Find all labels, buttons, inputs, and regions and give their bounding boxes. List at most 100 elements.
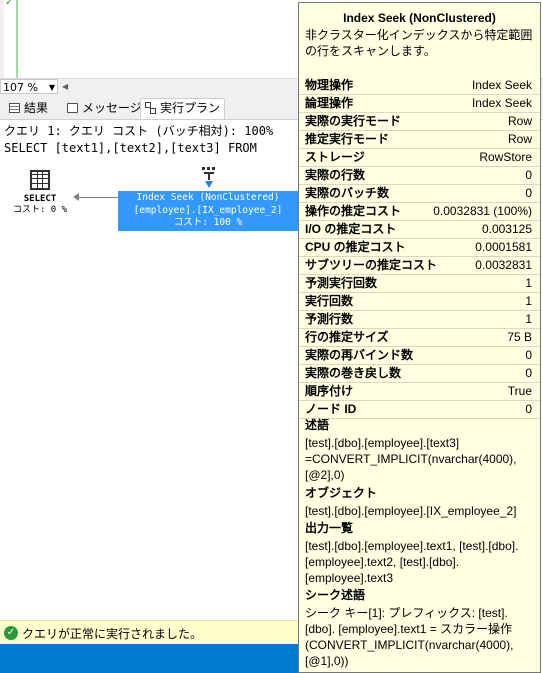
property-label: 論理操作 (305, 96, 354, 110)
index-seek-operator[interactable]: Index Seek (NonClustered) [employee].[IX… (118, 191, 298, 231)
change-margin (16, 0, 18, 78)
tooltip-object-section: オブジェクト [test].[dbo].[employee].[IX_emplo… (305, 485, 537, 519)
property-label: 順序付け (305, 384, 354, 398)
property-label: 実際の巻き戻し数 (305, 366, 402, 380)
select-operator[interactable]: SELECT コスト: 0 % (5, 168, 75, 216)
object-heading: オブジェクト (305, 486, 378, 500)
property-value: 0 (525, 366, 532, 380)
property-value: 0 (525, 186, 532, 200)
property-value: True (507, 384, 532, 398)
tooltip-output-section: 出力一覧 [test].[dbo].[employee].text1, [tes… (305, 520, 537, 586)
query-cost-header: クエリ 1: クエリ コスト (バッチ相対): 100% (4, 124, 274, 138)
tooltip-predicate-section: 述語 [test].[dbo].[employee].[text3] =CONV… (305, 417, 537, 483)
grid-icon (9, 103, 20, 113)
output-heading: 出力一覧 (305, 521, 354, 535)
tooltip-property-row: 物理操作 Index Seek (299, 77, 540, 95)
message-icon (67, 103, 78, 113)
property-value: 75 B (507, 330, 532, 344)
tooltip-property-row: I/O の推定コスト 0.003125 (299, 221, 540, 239)
query-status-bar: ✓ クエリが正常に実行されました。 (0, 620, 298, 645)
seek-predicate-heading: シーク述語 (305, 588, 366, 602)
property-label: サブツリーの推定コスト (305, 258, 438, 272)
chevron-down-icon: ▼ (48, 83, 55, 92)
property-value: 0 (525, 168, 532, 182)
property-value: 0.0032831 (100%) (433, 204, 532, 218)
property-value: Index Seek (471, 78, 532, 92)
status-message: クエリが正常に実行されました。 (22, 627, 203, 641)
property-value: 1 (525, 294, 532, 308)
property-value: 0.0032831 (475, 258, 532, 272)
zoom-dropdown[interactable]: 107 % ▼ (0, 79, 58, 94)
property-label: CPU の推定コスト (305, 240, 406, 254)
property-label: 実際の行数 (305, 168, 366, 182)
editor-gutter (0, 0, 4, 78)
property-label: 実際の実行モード (305, 114, 402, 128)
tooltip-property-row: 実行回数 1 (299, 293, 540, 311)
seek-operator-object: [employee].[IX_employee_2] (133, 204, 283, 216)
tooltip-property-row: 実際の行数 0 (299, 167, 540, 185)
window-status-bar (0, 644, 298, 673)
property-value: Row (507, 114, 532, 128)
result-grid-icon (30, 170, 50, 190)
tab-results[interactable]: 結果 (6, 99, 52, 118)
predicate-heading: 述語 (305, 418, 330, 432)
tooltip-properties: 物理操作 Index Seek 論理操作 Index Seek 実際の実行モード Row 推… (299, 77, 540, 419)
object-text: [test].[dbo].[employee].[IX_employee_2] (305, 504, 517, 518)
tooltip-property-row: 実際のバッチ数 0 (299, 185, 540, 203)
tooltip-title: Index Seek (NonClustered) (343, 11, 496, 25)
property-label: 操作の推定コスト (305, 204, 402, 218)
tooltip-property-row: 実際の再バインド数 0 (299, 347, 540, 365)
tab-execution-plan[interactable]: 実行プラン (140, 98, 226, 119)
property-label: ストレージ (305, 150, 365, 164)
tooltip-seek-section: シーク述語 シーク キー[1]: プレフィックス: [test].[dbo]. … (305, 587, 537, 669)
property-label: 物理操作 (305, 78, 354, 92)
tooltip-property-row: サブツリーの推定コスト 0.0032831 (299, 257, 540, 275)
tab-execution-plan-label: 実行プラン (160, 101, 221, 115)
select-operator-cost: コスト: 0 % (12, 205, 68, 215)
tooltip-description: 非クラスター化インデックスから特定範囲 の行をスキャンします。 (305, 28, 533, 58)
property-value: 0.0001581 (475, 240, 532, 254)
property-label: 実際の再バインド数 (305, 348, 414, 362)
tooltip-property-row: 予測実行回数 1 (299, 275, 540, 293)
select-operator-name: SELECT (23, 194, 57, 204)
data-flow-arrow[interactable] (78, 197, 118, 198)
tab-messages-label: メッセージ (82, 101, 142, 115)
tooltip-property-row: 論理操作 Index Seek (299, 95, 540, 113)
tooltip-property-row: 実際の実行モード Row (299, 113, 540, 131)
tab-messages[interactable]: メッセージ (64, 99, 146, 118)
tooltip-property-row: 操作の推定コスト 0.0032831 (100%) (299, 203, 540, 221)
property-value: Row (507, 132, 532, 146)
property-label: 推定実行モード (305, 132, 390, 146)
predicate-text: [test].[dbo].[employee].[text3] =CONVERT… (305, 436, 517, 482)
tooltip-property-row: 行の推定サイズ 75 B (299, 329, 540, 347)
seek-operator-cost: コスト: 100 % (173, 217, 243, 228)
scroll-left-icon[interactable]: ◀ (62, 79, 68, 94)
property-label: 予測行数 (305, 312, 354, 326)
output-text: [test].[dbo].[employee].text1, [test].[d… (305, 539, 519, 585)
zoom-value: 107 % (3, 81, 38, 94)
operator-tooltip: Index Seek (NonClustered) 非クラスター化インデックスか… (298, 2, 541, 673)
property-value: 0.003125 (481, 222, 532, 236)
tooltip-property-row: 実際の巻き戻し数 0 (299, 365, 540, 383)
seek-predicate-text: シーク キー[1]: プレフィックス: [test].[dbo]. [emplo… (305, 606, 514, 668)
property-value: 0 (525, 348, 532, 362)
success-check-icon: ✓ (4, 626, 18, 640)
tooltip-property-row: 順序付け True (299, 383, 540, 401)
query-text: SELECT [text1],[text2],[text3] FROM (4, 141, 257, 155)
property-label: 行の推定サイズ (305, 330, 389, 344)
property-label: I/O の推定コスト (305, 222, 397, 236)
tooltip-property-row: 推定実行モード Row (299, 131, 540, 149)
property-label: 予測実行回数 (305, 276, 378, 290)
index-seek-icon[interactable] (198, 164, 220, 188)
tooltip-property-row: 予測行数 1 (299, 311, 540, 329)
tab-results-label: 結果 (24, 101, 49, 115)
property-value: 1 (525, 276, 532, 290)
seek-operator-name: Index Seek (NonClustered) (136, 192, 280, 203)
property-value: 1 (525, 312, 532, 326)
property-label: 実行回数 (305, 294, 354, 308)
property-value: RowStore (479, 150, 532, 164)
tooltip-property-row: CPU の推定コスト 0.0001581 (299, 239, 540, 257)
tooltip-property-row: ストレージ RowStore (299, 149, 540, 167)
property-label: ノード ID (305, 402, 357, 416)
execution-plan-icon (144, 102, 156, 114)
